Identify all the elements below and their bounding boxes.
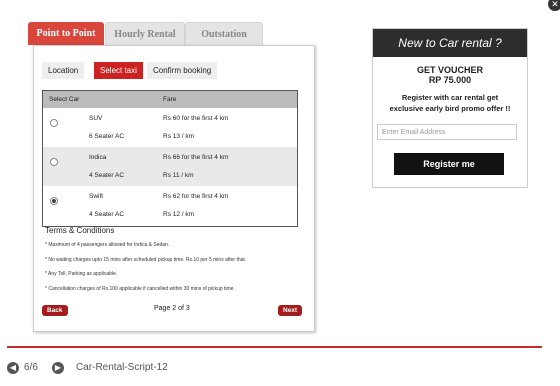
- car-fare: Rs 62 for the first 4 km: [163, 193, 229, 200]
- tab-point-to-point[interactable]: Point to Point: [28, 22, 104, 45]
- subtab-confirm-booking[interactable]: Confirm booking: [147, 62, 218, 79]
- header-fare: Fare: [163, 96, 177, 103]
- table-row[interactable]: Indica 4 Seater AC Rs 66 for the first 4…: [43, 147, 297, 186]
- car-name: Indica: [89, 154, 107, 161]
- car-name: Swift: [89, 193, 104, 200]
- terms-title: Terms & Conditions: [45, 226, 115, 235]
- car-seats: 4 Seater AC: [89, 172, 125, 179]
- voucher-amount: RP 75.000: [428, 75, 472, 85]
- back-button[interactable]: Back: [42, 305, 68, 316]
- car-rate: Rs 12 / km: [163, 211, 195, 218]
- term-item: * Cancellation charges of Rs.100 applica…: [45, 286, 235, 292]
- car-fare: Rs 60 for the first 4 km: [163, 115, 229, 122]
- table-row[interactable]: SUV 6 Seater AC Rs 60 for the first 4 km…: [43, 108, 297, 147]
- car-name: SUV: [89, 115, 103, 122]
- promo-message-line1: Register with car rental get: [401, 93, 499, 102]
- car-seats: 4 Seater AC: [89, 211, 125, 218]
- subtab-select-taxi[interactable]: Select taxi: [94, 62, 143, 79]
- car-selection-table: Select Car Fare SUV 6 Seater AC Rs 60 fo…: [42, 90, 298, 227]
- promo-message-line2: exclusive early bird promo offer !!: [389, 104, 511, 113]
- slide-counter: 6/6: [24, 362, 38, 373]
- car-radio-suv[interactable]: [50, 119, 58, 127]
- tab-outstation[interactable]: Outstation: [185, 22, 263, 46]
- term-item: * No waiting charges upto 15 mins after …: [45, 257, 247, 263]
- slide-title: Car-Rental-Script-12: [76, 362, 168, 373]
- promo-heading: New to Car rental ?: [373, 29, 527, 57]
- prev-icon[interactable]: ◀: [7, 362, 19, 374]
- promo-box: New to Car rental ? GET VOUCHER RP 75.00…: [372, 28, 528, 188]
- car-seats: 6 Seater AC: [89, 133, 125, 140]
- car-radio-swift[interactable]: [50, 197, 58, 205]
- header-select-car: Select Car: [49, 96, 80, 103]
- next-button[interactable]: Next: [278, 305, 303, 316]
- email-input[interactable]: Enter Email Address: [377, 124, 517, 140]
- corner-icon: ✕: [548, 0, 560, 11]
- car-rate: Rs 13 / km: [163, 133, 195, 140]
- table-row[interactable]: Swift 4 Seater AC Rs 62 for the first 4 …: [43, 186, 297, 225]
- term-item: * Maximum of 4 passengers allowed for In…: [45, 242, 170, 248]
- voucher-title: GET VOUCHER: [416, 65, 483, 75]
- next-icon[interactable]: ▶: [52, 362, 64, 374]
- register-button[interactable]: Register me: [394, 153, 504, 175]
- term-item: * Any Toll, Parking as applicable.: [45, 271, 118, 277]
- tab-hourly-rental[interactable]: Hourly Rental: [105, 22, 185, 46]
- car-radio-indica[interactable]: [50, 158, 58, 166]
- divider: [7, 346, 542, 348]
- page-indicator: Page 2 of 3: [154, 305, 190, 312]
- subtab-location[interactable]: Location: [42, 62, 85, 79]
- table-header: Select Car Fare: [43, 91, 297, 108]
- car-rate: Rs 11 / km: [163, 172, 194, 179]
- booking-panel: Location Select taxi Confirm booking Sel…: [33, 45, 315, 332]
- car-fare: Rs 66 for the first 4 km: [163, 154, 229, 161]
